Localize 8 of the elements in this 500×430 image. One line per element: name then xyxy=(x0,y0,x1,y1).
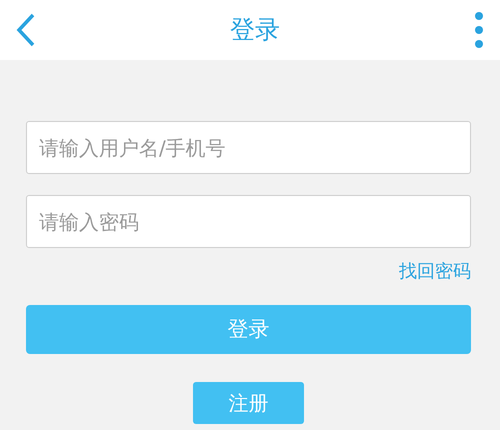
back-icon[interactable] xyxy=(16,13,36,47)
password-field[interactable]: 请输入密码 xyxy=(26,195,471,248)
forgot-password-link[interactable]: 找回密码 xyxy=(399,258,471,285)
more-icon[interactable] xyxy=(474,11,484,49)
page-title: 登录 xyxy=(230,14,280,46)
username-field[interactable]: 请输入用户名/手机号 xyxy=(26,121,471,174)
login-button[interactable]: 登录 xyxy=(26,305,471,354)
register-button[interactable]: 注册 xyxy=(193,382,304,424)
